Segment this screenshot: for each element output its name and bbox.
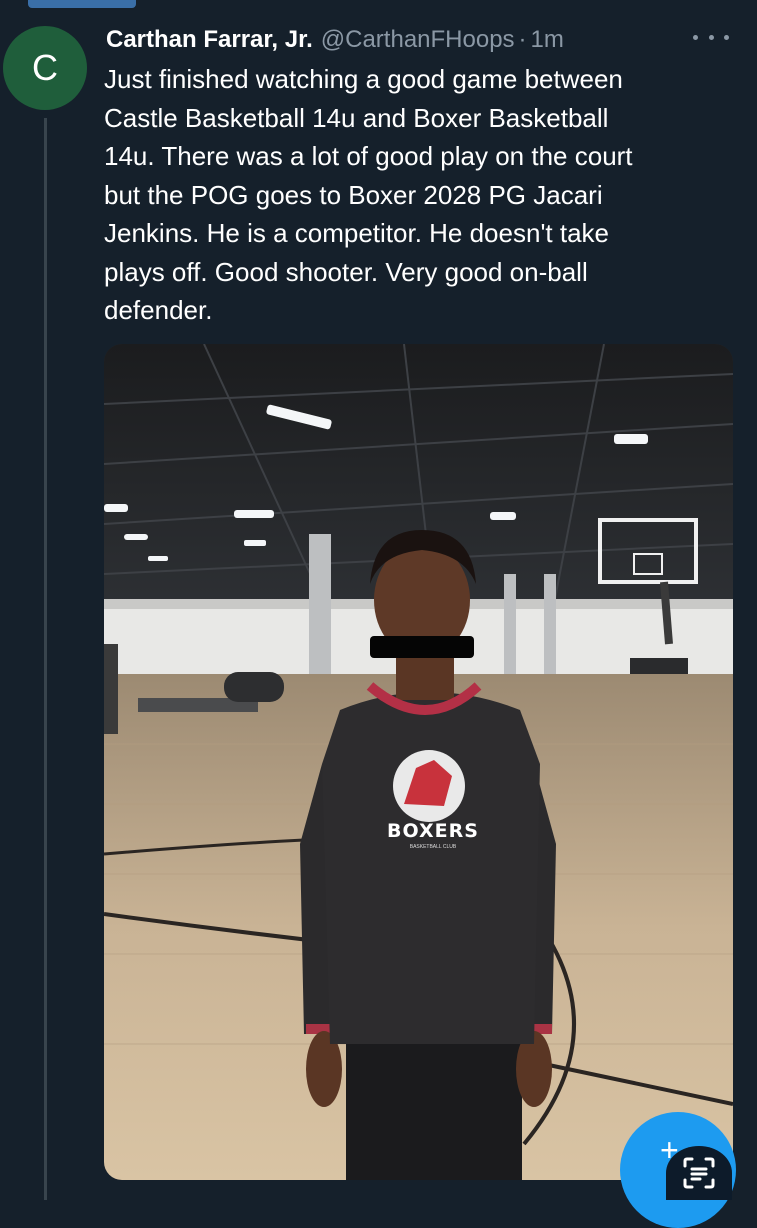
- tweet-text-line: Castle Basketball 14u and Boxer Basketba…: [104, 102, 609, 133]
- jersey-text: BOXERS: [387, 820, 479, 842]
- tweet-text-line: plays off. Good shooter. Very good on-ba…: [104, 256, 588, 287]
- tweet-text: Just finished watching a good game betwe…: [104, 60, 734, 330]
- jersey-subtext: BASKETBALL CLUB: [409, 844, 457, 850]
- more-horizontal-icon[interactable]: [693, 26, 729, 48]
- thread-line: [44, 118, 47, 1200]
- timestamp[interactable]: 1m: [531, 26, 564, 54]
- top-indicator: [28, 0, 136, 8]
- tweet-text-line: Jenkins. He is a competitor. He doesn't …: [104, 218, 609, 248]
- author-name[interactable]: Carthan Farrar, Jr.: [106, 26, 313, 54]
- tweet-text-line: but the POG goes to Boxer 2028 PG Jacari: [104, 179, 603, 210]
- avatar-letter: C: [32, 47, 58, 88]
- scan-text-icon[interactable]: [666, 1146, 732, 1200]
- tweet-text-line: 14u. There was a lot of good play on the…: [104, 141, 633, 171]
- separator-dot: ·: [518, 26, 527, 53]
- tweet-text-line: Just finished watching a good game betwe…: [104, 64, 623, 94]
- author-handle[interactable]: @CarthanFHoops: [321, 26, 515, 54]
- avatar[interactable]: C: [3, 26, 87, 110]
- tweet-photo[interactable]: BOXERS BASKETBALL CLUB: [104, 344, 733, 1180]
- tweet-header: Carthan Farrar, Jr. @CarthanFHoops · 1m: [106, 22, 564, 58]
- tweet-text-line: defender.: [104, 295, 213, 325]
